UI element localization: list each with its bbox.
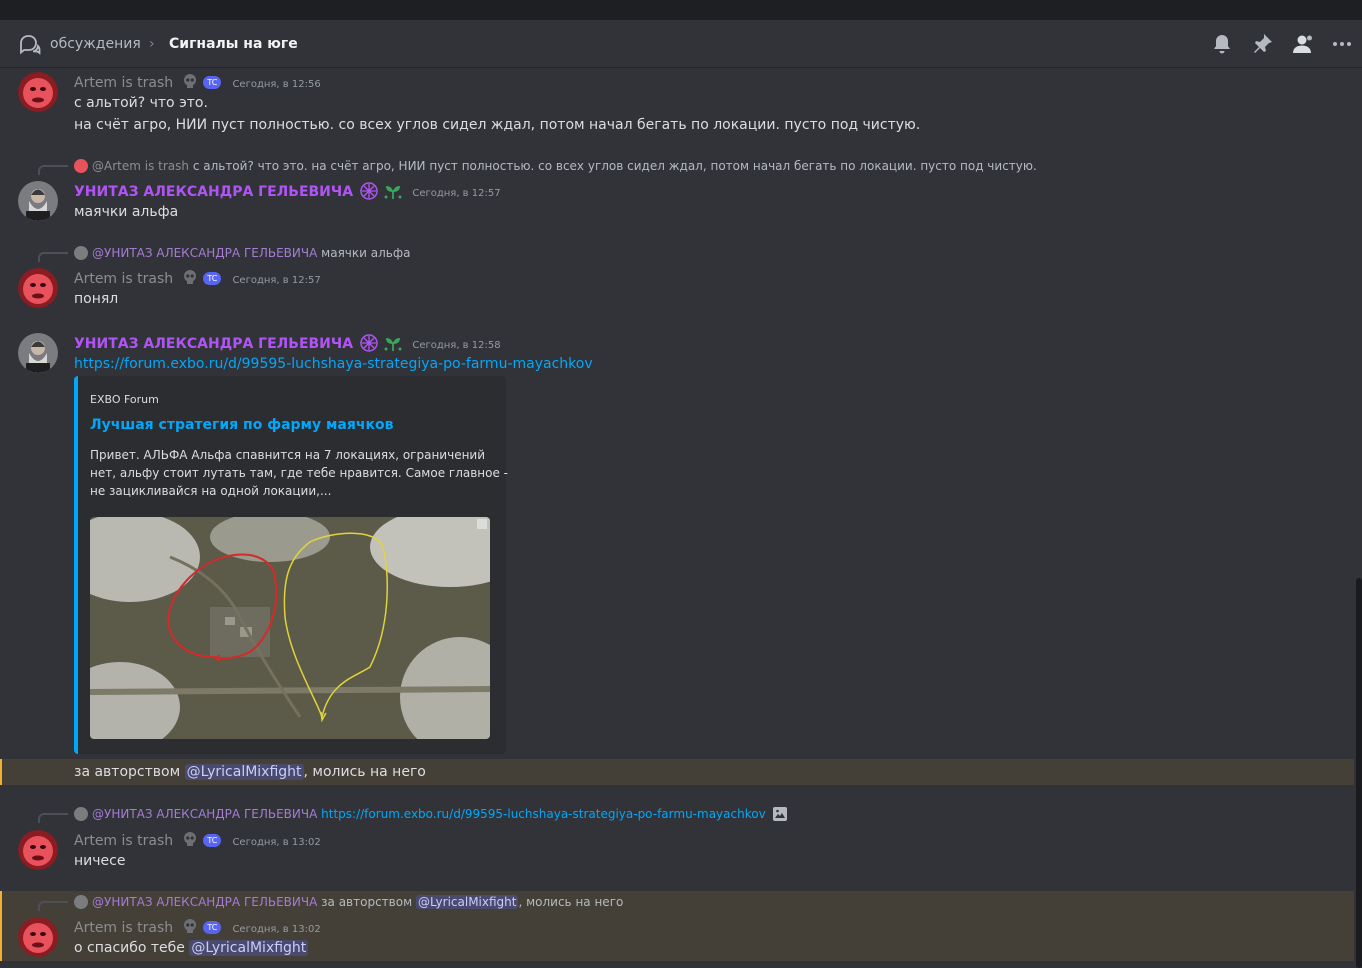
message-text-part: о спасибо тебе	[74, 940, 190, 956]
timestamp: Сегодня, в 12:56	[232, 79, 321, 90]
message-header: УНИТАЗ АЛЕКСАНДРА ГЕЛЬЕВИЧА Сегодня, в 1…	[74, 181, 501, 201]
skull-icon	[182, 831, 198, 847]
avatar[interactable]	[18, 830, 58, 870]
role-badge: TC	[203, 272, 222, 285]
avatar[interactable]	[18, 333, 58, 373]
reply-text: за авторством	[321, 895, 416, 909]
message-header: УНИТАЗ АЛЕКСАНДРА ГЕЛЬЕВИЧА Сегодня, в 1…	[74, 333, 501, 353]
author-name[interactable]: Artem is trash	[74, 75, 173, 91]
avatar[interactable]	[18, 181, 58, 221]
snowflake-icon	[360, 182, 378, 200]
avatar[interactable]	[18, 268, 58, 308]
user-mention[interactable]: @LyricalMixfight	[184, 764, 304, 780]
reply-text: маячки альфа	[321, 246, 411, 260]
message-text: маячки альфа	[74, 204, 179, 220]
message-header: Artem is trash TC Сегодня, в 13:02	[74, 830, 321, 850]
reply-text: , молись на него	[518, 895, 624, 909]
embed-desc-line: не зацикливайся на одной локации,...	[90, 484, 332, 498]
snowflake-icon	[360, 334, 378, 352]
sprout-icon	[383, 182, 403, 200]
message-link[interactable]: https://forum.exbo.ru/d/99595-luchshaya-…	[74, 354, 593, 374]
avatar[interactable]	[18, 917, 58, 957]
message-text-part: , молись на него	[303, 764, 426, 780]
timestamp: Сегодня, в 12:58	[412, 340, 501, 351]
reply-author: @Artem is trash	[92, 159, 189, 173]
message-text: с альтой? что это.	[74, 95, 208, 111]
skull-icon	[182, 73, 198, 89]
channel-header: обсуждения › Сигналы на юге	[0, 20, 1362, 68]
message-text: ничесе	[74, 853, 126, 869]
embed-map-image[interactable]	[90, 517, 490, 739]
author-name[interactable]: УНИТАЗ АЛЕКСАНДРА ГЕЛЬЕВИЧА	[74, 184, 353, 200]
role-badge: TC	[203, 921, 222, 934]
reply-avatar-icon	[74, 159, 88, 173]
message-header: Artem is trash TC Сегодня, в 12:56	[74, 72, 321, 92]
message-list[interactable]: Artem is trash TC Сегодня, в 12:56 с аль…	[0, 69, 1362, 968]
author-name[interactable]: УНИТАЗ АЛЕКСАНДРА ГЕЛЬЕВИЧА	[74, 336, 353, 352]
embed-description: Привет. АЛЬФА Альфа спавнится на 7 локац…	[90, 446, 508, 500]
message-header: Artem is trash TC Сегодня, в 13:02	[74, 917, 321, 937]
role-badge: TC	[203, 834, 222, 847]
reply-spine	[38, 813, 68, 823]
reply-spine	[38, 165, 68, 175]
sprout-icon	[383, 334, 403, 352]
timestamp: Сегодня, в 13:02	[232, 924, 321, 935]
author-name[interactable]: Artem is trash	[74, 271, 173, 287]
reply-preview[interactable]: @УНИТАЗ АЛЕКСАНДРА ГЕЛЬЕВИЧА https://for…	[74, 806, 788, 822]
reply-spine	[38, 901, 68, 911]
timestamp: Сегодня, в 13:02	[232, 837, 321, 848]
members-icon[interactable]	[1290, 32, 1314, 56]
role-badge: TC	[203, 76, 222, 89]
image-icon	[772, 806, 788, 822]
message-text-part: за авторством	[74, 764, 185, 780]
bell-icon[interactable]	[1210, 32, 1234, 56]
message-text: на счёт агро, НИИ пуст полностью. со все…	[74, 117, 921, 133]
pin-icon[interactable]	[1250, 32, 1274, 56]
link-embed: EXBO Forum Лучшая стратегия по фарму мая…	[74, 376, 508, 754]
reply-author: @УНИТАЗ АЛЕКСАНДРА ГЕЛЬЕВИЧА	[92, 246, 318, 260]
message-text: о спасибо тебе @LyricalMixfight	[74, 938, 309, 958]
skull-icon	[182, 918, 198, 934]
user-mention[interactable]: @LyricalMixfight	[189, 940, 309, 956]
message-text: за авторством @LyricalMixfight, молись н…	[74, 762, 426, 782]
embed-title[interactable]: Лучшая стратегия по фарму маячков	[90, 417, 393, 433]
reply-text: с альтой? что это. на счёт агро, НИИ пус…	[192, 159, 1037, 173]
reply-preview[interactable]: @Artem is trash с альтой? что это. на сч…	[74, 158, 1037, 174]
reply-spine	[38, 252, 68, 262]
reply-author: @УНИТАЗ АЛЕКСАНДРА ГЕЛЬЕВИЧА	[92, 895, 318, 909]
embed-desc-line: нет, альфу стоит лутать там, где тебе нр…	[90, 466, 509, 480]
more-icon[interactable]	[1330, 32, 1354, 56]
avatar[interactable]	[18, 72, 58, 112]
author-name[interactable]: Artem is trash	[74, 920, 173, 936]
embed-provider[interactable]: EXBO Forum	[90, 393, 159, 406]
reply-preview[interactable]: @УНИТАЗ АЛЕКСАНДРА ГЕЛЬЕВИЧА за авторств…	[74, 894, 623, 910]
message-header: Artem is trash TC Сегодня, в 12:57	[74, 268, 321, 288]
page-title: Сигналы на юге	[169, 36, 298, 52]
reply-author: @УНИТАЗ АЛЕКСАНДРА ГЕЛЬЕВИЧА	[92, 807, 318, 821]
skull-icon	[182, 269, 198, 285]
threads-icon	[20, 35, 41, 55]
breadcrumb-parent[interactable]: обсуждения	[50, 35, 141, 53]
user-mention[interactable]: @LyricalMixfight	[415, 895, 519, 909]
reply-avatar-icon	[74, 807, 88, 821]
window-top-strip	[0, 0, 1362, 20]
reply-link[interactable]: https://forum.exbo.ru/d/99595-luchshaya-…	[321, 807, 766, 821]
breadcrumb-separator: ›	[149, 36, 155, 52]
author-name[interactable]: Artem is trash	[74, 833, 173, 849]
reply-preview[interactable]: @УНИТАЗ АЛЕКСАНДРА ГЕЛЬЕВИЧА маячки альф…	[74, 245, 410, 261]
message-text: понял	[74, 291, 119, 307]
scrollbar[interactable]	[1356, 578, 1362, 968]
embed-desc-line: Привет. АЛЬФА Альфа спавнится на 7 локац…	[90, 448, 486, 462]
reply-avatar-icon	[74, 246, 88, 260]
timestamp: Сегодня, в 12:57	[232, 275, 321, 286]
reply-avatar-icon	[74, 895, 88, 909]
timestamp: Сегодня, в 12:57	[412, 188, 501, 199]
